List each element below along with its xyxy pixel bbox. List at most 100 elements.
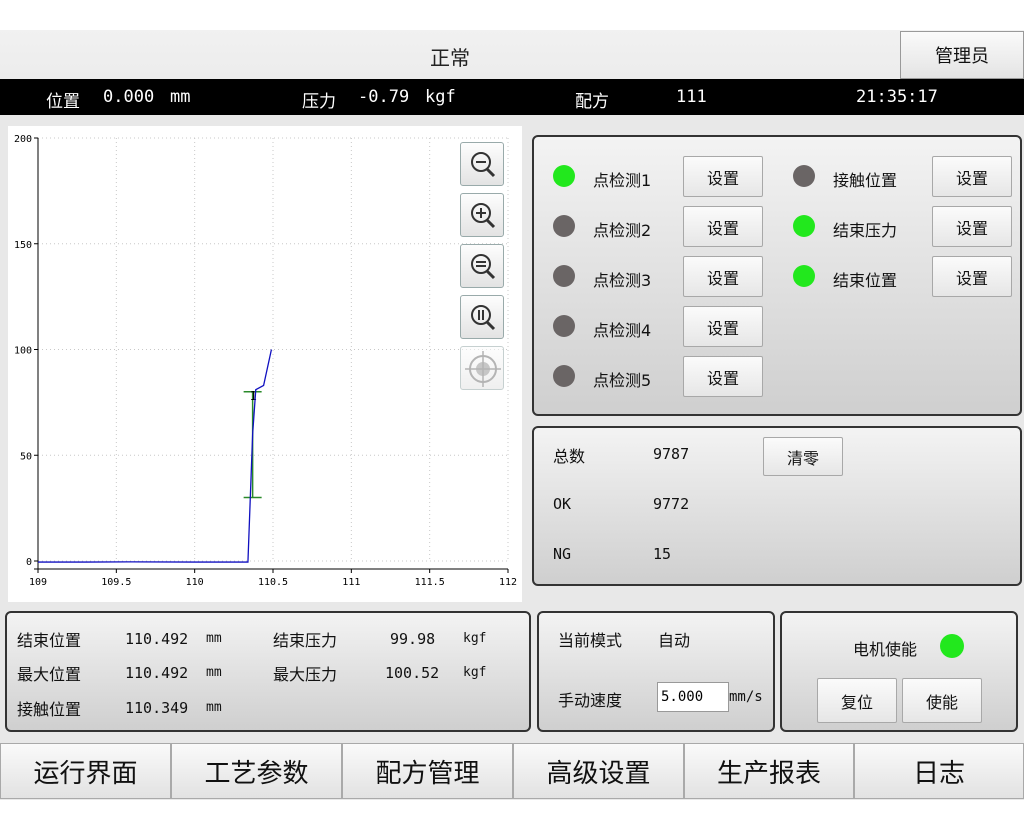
contact-position-result-label: 接触位置 — [17, 700, 82, 719]
recipe-value: 111 — [676, 87, 707, 107]
y-tick-label: 50 — [20, 451, 32, 462]
motor-enable-led — [940, 634, 964, 658]
point-check-3-settings-button[interactable]: 设置 — [683, 256, 763, 297]
reset-button[interactable]: 复位 — [817, 678, 897, 723]
pressure-unit: kgf — [425, 87, 456, 107]
manual-speed-unit: mm/s — [729, 689, 763, 705]
pressure-value: -0.79 — [358, 87, 410, 107]
end-pressure-led — [793, 215, 815, 237]
manual-speed-label: 手动速度 — [558, 691, 623, 710]
end-position-settings-button[interactable]: 设置 — [932, 256, 1012, 297]
motor-enable-label: 电机使能 — [853, 640, 918, 659]
y-tick-label: 0 — [26, 557, 32, 568]
clear-count-button[interactable]: 清零 — [763, 437, 843, 476]
end-position-label: 结束位置 — [833, 271, 898, 290]
point-check-4-led — [553, 315, 575, 337]
max-position-value: 110.492 — [125, 664, 189, 682]
zoom-in-button[interactable] — [460, 193, 504, 237]
current-mode-label: 当前模式 — [558, 631, 623, 650]
zoom-fit-button[interactable] — [460, 295, 504, 339]
point-check-5-led — [553, 365, 575, 387]
max-position-label: 最大位置 — [17, 665, 82, 684]
recipe-label: 配方 — [575, 92, 609, 112]
clock: 21:35:17 — [856, 87, 938, 107]
nav-production-report[interactable]: 生产报表 — [684, 743, 854, 799]
end-position-led — [793, 265, 815, 287]
y-tick-label: 100 — [14, 346, 32, 357]
enable-button[interactable]: 使能 — [902, 678, 982, 723]
count-panel: 总数 9787 清零 OK 9772 NG 15 — [532, 426, 1022, 586]
zoom-fit-icon — [471, 305, 496, 331]
title-bar-margin — [0, 0, 1024, 30]
end-pressure-label: 结束压力 — [833, 221, 898, 240]
status-bar: 位置 0.000 mm 压力 -0.79 kgf 配方 111 21:35:17 — [0, 79, 1024, 115]
results-panel: 结束位置 110.492 mm 最大位置 110.492 mm 接触位置 110… — [5, 611, 531, 732]
x-tick-label: 109 — [29, 577, 47, 588]
nav-process-params[interactable]: 工艺参数 — [171, 743, 342, 799]
end-pressure-settings-button[interactable]: 设置 — [932, 206, 1012, 247]
detection-panel: 点检测1 设置 点检测2 设置 点检测3 设置 点检测4 设置 点检测5 设置 … — [532, 135, 1022, 416]
admin-button[interactable]: 管理员 — [900, 31, 1024, 79]
end-position-result-label: 结束位置 — [17, 631, 82, 650]
bottom-margin — [0, 800, 1024, 831]
end-position-result-unit: mm — [206, 631, 222, 646]
point-check-2-settings-button[interactable]: 设置 — [683, 206, 763, 247]
pressure-position-chart: 109 109.5 110 110.5 111 111.5 112 0 50 100 150 200 1 — [8, 126, 522, 602]
pressure-label: 压力 — [302, 92, 336, 112]
point-check-1-settings-button[interactable]: 设置 — [683, 156, 763, 197]
x-tick-label: 110.5 — [258, 577, 288, 588]
point-check-4-label: 点检测4 — [593, 321, 652, 340]
max-pressure-unit: kgf — [463, 665, 487, 680]
total-value: 9787 — [653, 445, 690, 463]
contact-position-led — [793, 165, 815, 187]
ok-value: 9772 — [653, 495, 690, 513]
app-window: 正常 管理员 位置 0.000 mm 压力 -0.79 kgf 配方 111 2… — [0, 0, 1024, 831]
end-pressure-result-label: 结束压力 — [273, 631, 338, 650]
zoom-out-icon — [471, 152, 496, 178]
max-pressure-label: 最大压力 — [273, 665, 338, 684]
end-pressure-result-unit: kgf — [463, 631, 487, 646]
nav-advanced-settings[interactable]: 高级设置 — [513, 743, 684, 799]
position-label: 位置 — [46, 92, 80, 112]
nav-recipe-management[interactable]: 配方管理 — [342, 743, 513, 799]
ok-label: OK — [553, 495, 572, 513]
ng-label: NG — [553, 545, 572, 563]
zoom-out-button[interactable] — [460, 142, 504, 186]
max-position-unit: mm — [206, 665, 222, 680]
end-position-result-value: 110.492 — [125, 630, 189, 648]
position-unit: mm — [170, 87, 191, 107]
y-tick-label: 200 — [14, 134, 32, 145]
ng-value: 15 — [653, 545, 672, 563]
zoom-reset-button[interactable] — [460, 244, 504, 288]
position-value: 0.000 — [103, 87, 155, 107]
nav-log[interactable]: 日志 — [854, 743, 1024, 799]
point-check-2-led — [553, 215, 575, 237]
max-pressure-value: 100.52 — [385, 664, 440, 682]
point-check-4-settings-button[interactable]: 设置 — [683, 306, 763, 347]
pressure-curve — [38, 349, 273, 563]
mode-panel: 当前模式 自动 手动速度 5.000 mm/s — [537, 611, 775, 732]
zoom-in-icon — [471, 203, 496, 229]
contact-position-settings-button[interactable]: 设置 — [932, 156, 1012, 197]
point-check-5-settings-button[interactable]: 设置 — [683, 356, 763, 397]
zoom-reset-icon — [471, 254, 496, 280]
status-title: 正常 — [430, 46, 470, 70]
target-button[interactable] — [460, 346, 504, 390]
x-tick-label: 111 — [342, 577, 360, 588]
x-tick-label: 111.5 — [415, 577, 445, 588]
contact-position-result-unit: mm — [206, 700, 222, 715]
current-mode-value: 自动 — [658, 631, 691, 650]
manual-speed-input[interactable]: 5.000 — [657, 682, 729, 712]
nav-run-screen[interactable]: 运行界面 — [0, 743, 171, 799]
y-tick-label: 150 — [14, 240, 32, 251]
motor-panel: 电机使能 复位 使能 — [780, 611, 1018, 732]
point-check-3-led — [553, 265, 575, 287]
point-check-2-label: 点检测2 — [593, 221, 652, 240]
total-label: 总数 — [553, 447, 586, 466]
x-tick-label: 109.5 — [101, 577, 131, 588]
contact-position-result-value: 110.349 — [125, 699, 189, 717]
contact-position-label: 接触位置 — [833, 171, 898, 190]
point-check-5-label: 点检测5 — [593, 371, 652, 390]
x-tick-label: 110 — [186, 577, 204, 588]
point-check-3-label: 点检测3 — [593, 271, 652, 290]
